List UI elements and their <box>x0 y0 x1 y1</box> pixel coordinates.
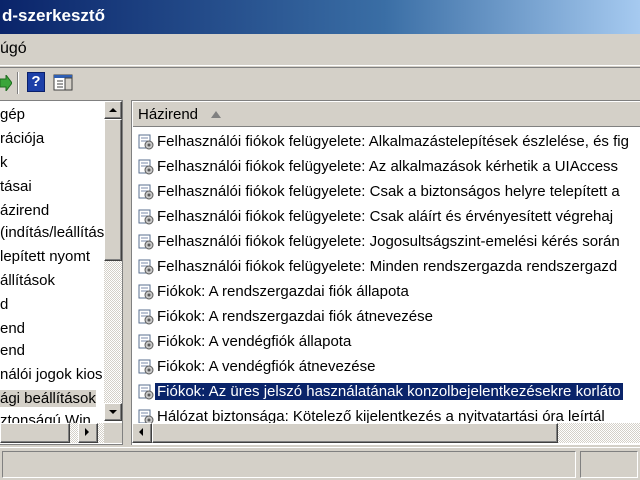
show-hide-action-pane-button[interactable] <box>51 71 75 95</box>
tree-item[interactable]: lepített nyomt <box>0 245 90 269</box>
policy-icon <box>138 284 154 300</box>
policy-label: Fiókok: Az üres jelszó használatának kon… <box>155 383 623 400</box>
policy-label: Fiókok: A rendszergazdai fiók állapota <box>157 283 409 300</box>
menu-bar: úgó <box>0 34 640 66</box>
scroll-corner <box>104 423 122 443</box>
arrow-down-icon <box>109 410 117 414</box>
policy-label: Felhasználói fiókok felügyelete: Csak a … <box>157 183 620 200</box>
policy-label: Felhasználói fiókok felügyelete: Minden … <box>157 258 618 275</box>
help-icon: ? <box>27 72 45 92</box>
list-scroll-left-button[interactable] <box>132 423 152 443</box>
toolbar-separator <box>17 72 19 94</box>
policy-label: Felhasználói fiókok felügyelete: Csak al… <box>157 208 614 225</box>
policy-label: Felhasználói fiókok felügyelete: Alkalma… <box>157 133 629 150</box>
policy-icon <box>138 309 154 325</box>
policy-icon <box>138 334 154 350</box>
policy-row[interactable]: Felhasználói fiókok felügyelete: Csak al… <box>132 205 640 229</box>
tree-scroll-thumb[interactable] <box>104 119 122 261</box>
policy-icon <box>138 209 154 225</box>
tree-item-selected[interactable]: ági beállítások <box>0 387 96 411</box>
help-button[interactable]: ? <box>24 71 48 95</box>
policy-label: Fiókok: A vendégfiók átnevezése <box>157 358 376 375</box>
sort-ascending-icon <box>211 111 221 118</box>
tree-item[interactable]: (indítás/leállítás <box>0 221 104 245</box>
policy-icon <box>138 134 154 150</box>
policy-icon <box>138 259 154 275</box>
tree-item[interactable]: rációja <box>0 127 44 151</box>
policy-row-selected[interactable]: Fiókok: Az üres jelszó használatának kon… <box>132 380 640 404</box>
column-header-policy[interactable]: Házirend <box>132 101 640 127</box>
tree-pane[interactable]: gép rációja k tásai ázirend (indítás/leá… <box>0 100 123 445</box>
policy-label: Felhasználói fiókok felügyelete: Jogosul… <box>157 233 620 250</box>
policy-list-pane[interactable]: Házirend Felhasználói fiókok felügyelete… <box>131 100 640 445</box>
policy-row[interactable]: Fiókok: A rendszergazdai fiók átnevezése <box>132 305 640 329</box>
tree-scroll-down-button[interactable] <box>104 403 122 421</box>
policy-row[interactable]: Felhasználói fiókok felügyelete: Jogosul… <box>132 230 640 254</box>
policy-label: Felhasználói fiókok felügyelete: Az alka… <box>157 158 619 175</box>
toolbar: ? <box>0 67 640 97</box>
tree-item[interactable]: tásai <box>0 175 32 199</box>
policy-icon <box>138 384 154 400</box>
tree-item[interactable]: ázirend <box>0 199 49 223</box>
policy-row[interactable]: Fiókok: A vendégfiók átnevezése <box>132 355 640 379</box>
tree-item[interactable]: end <box>0 317 25 341</box>
status-bar <box>0 447 640 480</box>
window-title: d-szerkesztő <box>2 6 105 25</box>
column-header: Házirend <box>132 101 640 127</box>
tree-item[interactable]: k <box>0 151 8 175</box>
panel-icon <box>53 74 73 91</box>
policy-row[interactable]: Fiókok: A vendégfiók állapota <box>132 330 640 354</box>
tree-item[interactable]: d <box>0 293 8 317</box>
arrow-up-icon <box>109 108 117 112</box>
policy-label: Fiókok: A vendégfiók állapota <box>157 333 352 350</box>
tree-item[interactable]: állítások <box>0 269 55 293</box>
policy-row[interactable]: Felhasználói fiókok felügyelete: Minden … <box>132 255 640 279</box>
menu-help[interactable]: úgó <box>0 40 27 58</box>
status-panel-main <box>2 451 576 478</box>
column-header-label: Házirend <box>138 106 199 123</box>
arrow-left-icon <box>139 428 143 436</box>
tree-item[interactable]: gép <box>0 103 25 127</box>
pane-splitter[interactable] <box>123 97 131 445</box>
title-bar[interactable]: d-szerkesztő <box>0 0 640 34</box>
policy-icon <box>138 159 154 175</box>
arrow-right-icon <box>85 428 89 436</box>
policy-icon <box>138 184 154 200</box>
tree-item[interactable]: end <box>0 339 25 363</box>
policy-row[interactable]: Felhasználói fiókok felügyelete: Az alka… <box>132 155 640 179</box>
green-arrow-icon <box>0 75 12 91</box>
tree-scroll-right-button[interactable] <box>78 423 98 443</box>
forward-button[interactable] <box>0 71 24 95</box>
tree-scroll-up-button[interactable] <box>104 101 122 119</box>
tree-item[interactable]: nálói jogok kios <box>0 363 103 387</box>
policy-row[interactable]: Felhasználói fiókok felügyelete: Alkalma… <box>132 130 640 154</box>
tree-hscroll-thumb[interactable] <box>0 423 70 443</box>
policy-label: Fiókok: A rendszergazdai fiók átnevezése <box>157 308 433 325</box>
policy-row[interactable]: Fiókok: A rendszergazdai fiók állapota <box>132 280 640 304</box>
status-panel-secondary <box>580 451 638 478</box>
list-hscroll-thumb[interactable] <box>152 423 558 443</box>
policy-icon <box>138 359 154 375</box>
policy-row[interactable]: Felhasználói fiókok felügyelete: Csak a … <box>132 180 640 204</box>
policy-icon <box>138 234 154 250</box>
